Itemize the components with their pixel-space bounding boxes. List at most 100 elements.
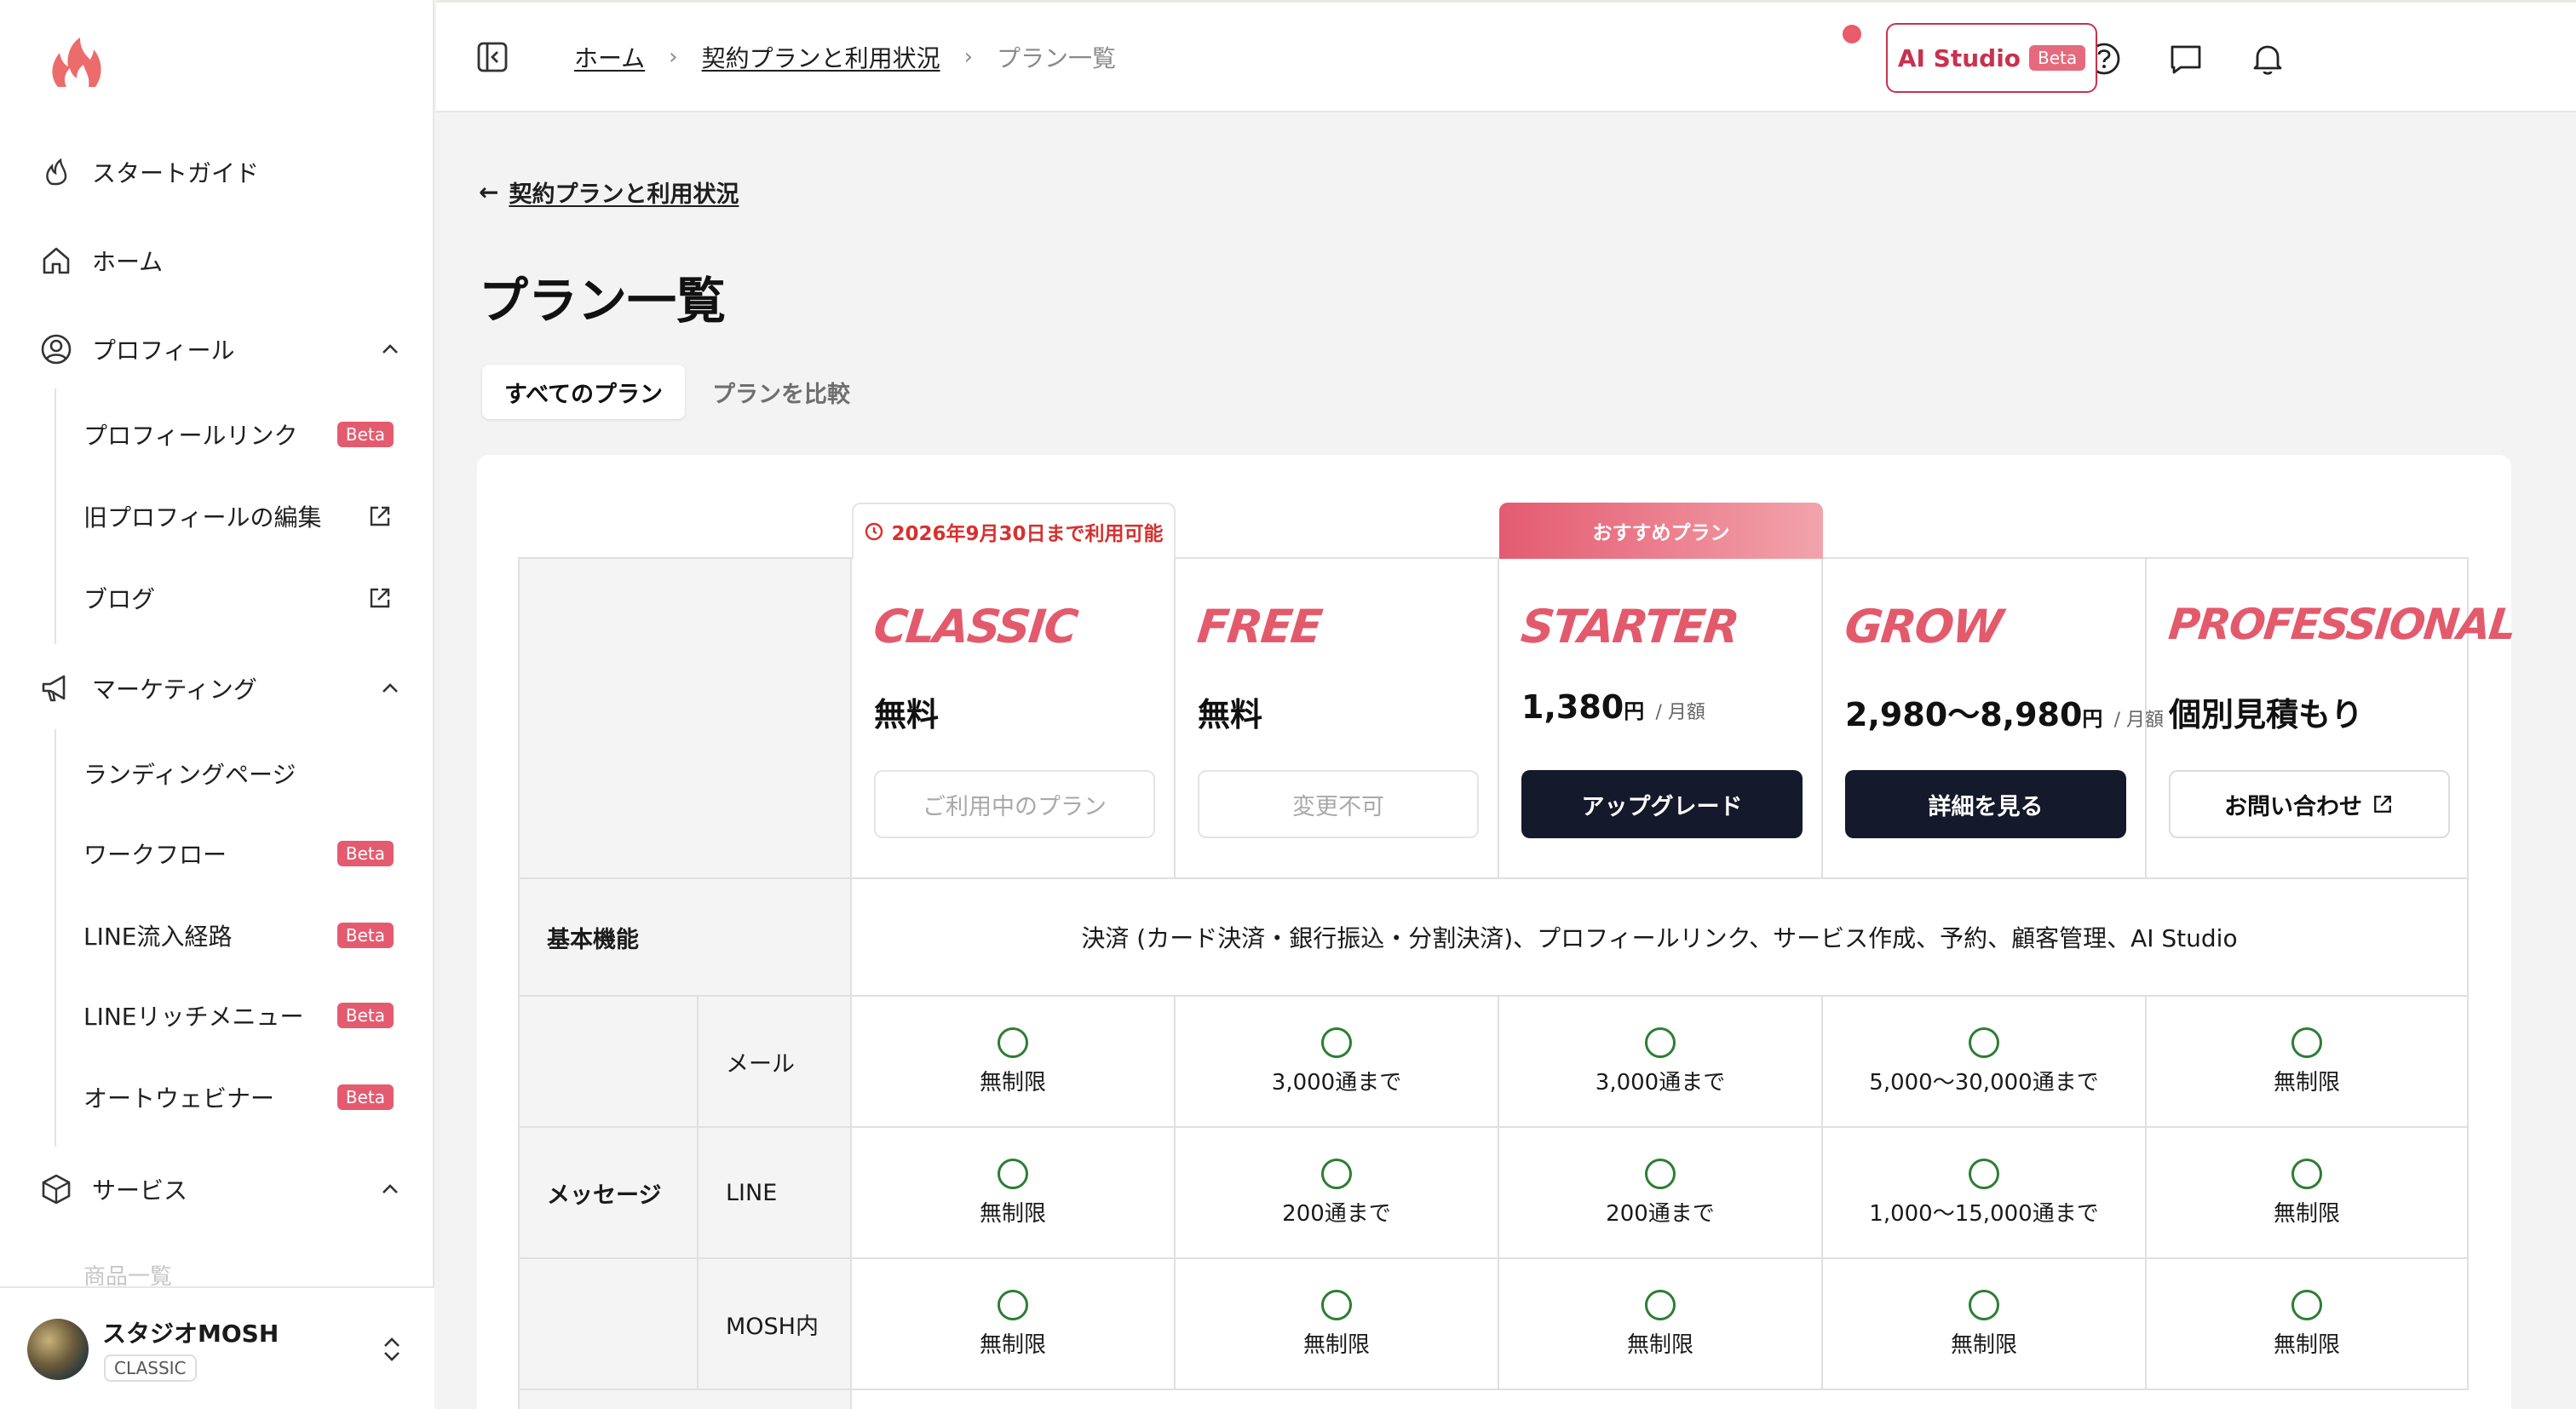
feature-cell-value: 5,000〜30,000通まで (1869, 1069, 2099, 1096)
external-link-icon (370, 506, 390, 526)
chevron-up-icon[interactable] (377, 675, 404, 702)
sidebar-item-landing-page[interactable]: ランディングページ (83, 748, 394, 799)
back-link-label: 契約プランと利用状況 (509, 181, 739, 208)
check-circle-icon (2291, 1158, 2322, 1189)
sidebar-item-label: サービス (92, 1176, 188, 1205)
sidebar-item-old-profile-edit[interactable]: 旧プロフィールの編集 (83, 491, 394, 542)
contact-button-label: お問い合わせ (2224, 793, 2362, 820)
sidebar-item-profile-link[interactable]: プロフィールリンク Beta (83, 409, 394, 460)
feature-cell-value: 無制限 (2273, 1069, 2340, 1096)
beta-badge: Beta (336, 422, 394, 447)
tab-all-plans[interactable]: すべてのプラン (482, 365, 686, 419)
sidebar: スタートガイド ホーム プロフィール プロフィールリンク Beta 旧プロフィー… (0, 0, 434, 1409)
feature-cell: 3,000通まで (1499, 997, 1823, 1126)
feature-cell-value: 3,000通まで (1595, 1069, 1726, 1096)
plan-name: PROFESSIONAL (2165, 600, 2517, 649)
breadcrumb-home[interactable]: ホーム (574, 40, 645, 74)
mosh-logo-icon[interactable] (46, 34, 106, 94)
top-header: ホーム › 契約プランと利用状況 › プラン一覧 AI Studio Beta (436, 0, 2576, 112)
availability-tag-label: 2026年9月30日まで利用可能 (891, 523, 1164, 545)
chevron-up-icon[interactable] (377, 1176, 404, 1203)
availability-tag: 2026年9月30日まで利用可能 (852, 503, 1176, 559)
feature-cell-value: 無制限 (2273, 1200, 2340, 1227)
check-circle-icon (2291, 1027, 2322, 1058)
plan-column-starter: おすすめプラン STARTER 1,380円 / 月額 アップグレード (1499, 503, 1823, 879)
beta-badge: Beta (2029, 45, 2086, 71)
check-circle-icon (1321, 1289, 1352, 1320)
sidebar-item-workflow[interactable]: ワークフロー Beta (83, 828, 394, 879)
plan-price-amount: 2,980〜8,980 (1845, 696, 2083, 733)
sidebar-item-label: ホーム (92, 248, 164, 276)
check-circle-icon (2291, 1289, 2322, 1320)
plan-price-unit: 円 (2082, 707, 2103, 731)
feature-cell: 200通まで (1499, 1128, 1823, 1257)
sidebar-item-line-inflow[interactable]: LINE流入経路 Beta (83, 910, 394, 961)
plan-price: 無料 (1198, 696, 1263, 733)
sidebar-item-home[interactable]: ホーム (37, 235, 404, 286)
upgrade-button[interactable]: アップグレード (1521, 770, 1803, 838)
feature-row-basic: 基本機能 決済 (カード決済・銀行振込・分割決済)、プロフィールリンク、サービス… (518, 879, 2469, 997)
submenu-divider (55, 729, 56, 1147)
plan-column-grow: GROW 2,980〜8,980円 / 月額 詳細を見る (1823, 559, 2164, 879)
plan-price: 無料 (874, 696, 940, 733)
feature-cell-value: 無制限 (1626, 1331, 1693, 1358)
sidebar-item-service[interactable]: サービス (37, 1164, 404, 1215)
bell-icon[interactable] (2249, 40, 2286, 78)
chevron-up-icon[interactable] (377, 336, 404, 363)
sidebar-item-marketing[interactable]: マーケティング (37, 663, 404, 714)
check-circle-icon (1645, 1027, 1676, 1058)
feature-cell-value: 無制限 (979, 1200, 1046, 1227)
box-icon (37, 1170, 75, 1208)
breadcrumb: ホーム › 契約プランと利用状況 › プラン一覧 (574, 40, 1116, 74)
feature-cell: 5,000〜30,000通まで (1823, 997, 2147, 1126)
chevron-up-down-icon[interactable] (375, 1332, 409, 1366)
contact-button[interactable]: お問い合わせ (2169, 770, 2450, 838)
unchangeable-button[interactable]: 変更不可 (1198, 770, 1479, 838)
check-circle-icon (1969, 1158, 1999, 1189)
plan-price: 個別見積もり (2169, 696, 2364, 733)
check-circle-icon (998, 1158, 1028, 1189)
sidebar-item-start-guide[interactable]: スタートガイド (37, 147, 404, 198)
feature-cell: 無制限 (852, 997, 1176, 1126)
feature-cell: 無制限 (1823, 1259, 2147, 1389)
sidebar-item-label: ブログ (83, 585, 156, 613)
sidebar-item-profile[interactable]: プロフィール (37, 324, 404, 375)
sidebar-item-label: オートウェビナー (83, 1084, 275, 1113)
sidebar-item-auto-webinar[interactable]: オートウェビナー Beta (83, 1072, 394, 1123)
sidebar-item-line-rich-menu[interactable]: LINEリッチメニュー Beta (83, 990, 394, 1041)
tab-compare-plans[interactable]: プランを比較 (690, 365, 872, 419)
check-circle-icon (1645, 1158, 1676, 1189)
flame-icon (37, 153, 75, 191)
sidebar-collapse-icon[interactable] (474, 38, 511, 76)
details-button[interactable]: 詳細を見る (1845, 770, 2126, 838)
check-circle-icon (1321, 1158, 1352, 1189)
recommended-tag: おすすめプラン (1499, 503, 1823, 559)
feature-cell-value: 200通まで (1606, 1200, 1715, 1227)
feature-cell-value: 無制限 (2273, 1331, 2340, 1358)
user-circle-icon (37, 331, 75, 368)
feature-label: 基本機能 (518, 879, 852, 995)
beta-badge: Beta (336, 1084, 394, 1110)
feature-row-mail: メール 無制限 3,000通まで 3,000通まで 5,000〜30,000通ま… (518, 997, 2469, 1128)
chat-icon[interactable] (2167, 40, 2205, 78)
ai-studio-button[interactable]: AI Studio Beta (1886, 23, 2097, 93)
breadcrumb-contract-plan[interactable]: 契約プランと利用状況 (702, 40, 940, 74)
feature-label (518, 1390, 852, 1409)
sidebar-item-blog[interactable]: ブログ (83, 572, 394, 624)
beta-badge: Beta (336, 1003, 394, 1028)
plan-column-classic: 2026年9月30日まで利用可能 CLASSIC 無料 ご利用中のプラン (852, 503, 1176, 879)
feature-cell: 無制限 (2147, 1128, 2469, 1257)
plan-price-amount: 1,380 (1521, 688, 1624, 726)
feature-cell-value: 200通まで (1282, 1200, 1391, 1227)
beta-badge: Beta (336, 923, 394, 948)
sidebar-item-label: ランディングページ (83, 761, 296, 789)
feature-sub-label: MOSH内 (697, 1259, 852, 1389)
current-plan-button[interactable]: ご利用中のプラン (874, 770, 1155, 838)
feature-cell: 3,000通まで (1176, 997, 1499, 1126)
beta-badge: Beta (336, 841, 394, 866)
feature-cell: 無制限 (2147, 997, 2469, 1126)
sidebar-item-label: LINEリッチメニュー (83, 1003, 304, 1031)
account-switcher[interactable]: スタジオMOSH CLASSIC (0, 1286, 434, 1409)
back-link[interactable]: ← 契約プランと利用状況 (479, 175, 739, 209)
breadcrumb-separator: › (963, 44, 973, 70)
